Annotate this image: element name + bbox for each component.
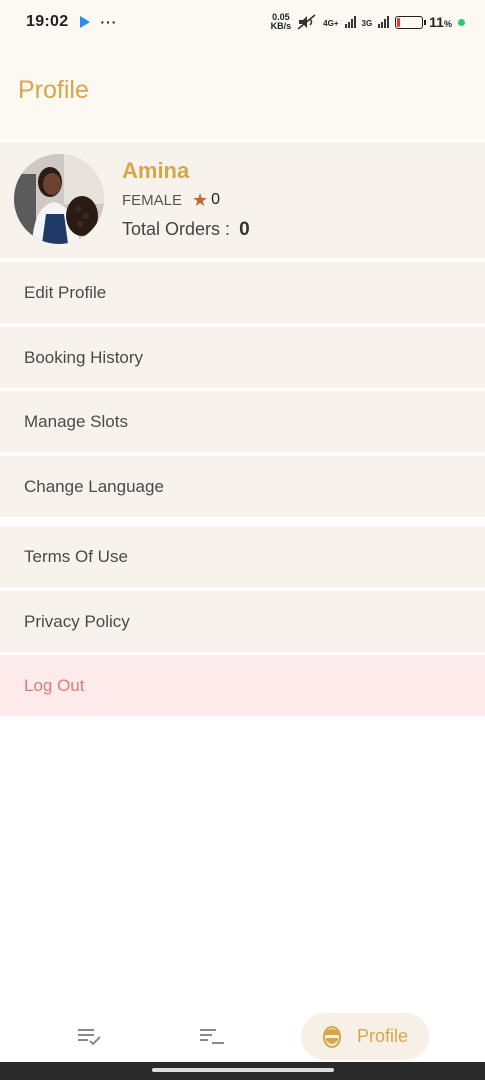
avatar-photo [14, 154, 104, 244]
menu-edit-profile[interactable]: Edit Profile [0, 262, 485, 323]
menu-item-label: Change Language [24, 476, 164, 496]
menu-item-label: Log Out [24, 675, 85, 695]
profile-rating: 0 [211, 191, 221, 208]
menu-terms-of-use[interactable]: Terms Of Use [0, 526, 485, 587]
status-bar: 19:02 ··· 0.05 KB/s 4G+ 3G 11% [0, 0, 485, 44]
signal-strength-icon [344, 16, 356, 28]
more-notifications-icon: ··· [100, 14, 118, 30]
play-store-icon [80, 16, 91, 28]
star-icon: ★ [192, 189, 209, 210]
network-type-1: 4G+ [323, 19, 339, 28]
menu-item-label: Edit Profile [24, 282, 107, 302]
menu-item-label: Booking History [24, 347, 144, 367]
network-speed: 0.05 KB/s [271, 13, 292, 31]
profile-gender: FEMALE [122, 191, 183, 209]
app-header: Profile [0, 44, 485, 138]
logout-button[interactable]: Log Out [0, 655, 485, 716]
barber-face-icon [323, 1025, 341, 1048]
profile-name: Amina [122, 158, 190, 183]
profile-card: Amina FEMALE ★ 0 Total Orders : 0 [0, 142, 485, 258]
profile-meta: FEMALE ★ 0 [122, 191, 220, 209]
total-orders: Total Orders : 0 [122, 219, 250, 241]
home-gesture-handle[interactable] [152, 1068, 334, 1072]
nav-tab-profile-label: Profile [357, 1026, 409, 1046]
battery-level: 11% [429, 14, 452, 30]
network-type-2: 3G [361, 19, 373, 28]
nav-tab-list[interactable] [200, 1028, 226, 1051]
avatar[interactable] [14, 154, 104, 244]
menu-manage-slots[interactable]: Manage Slots [0, 391, 485, 452]
mute-icon [297, 14, 316, 30]
menu-privacy-policy[interactable]: Privacy Policy [0, 591, 485, 652]
privacy-indicator-dot [458, 18, 465, 26]
total-orders-value: 0 [239, 219, 250, 240]
menu-item-label: Terms Of Use [24, 546, 128, 566]
network-speed-unit: KB/s [270, 21, 292, 31]
bottom-navigation: Profile [0, 1010, 485, 1062]
menu-item-label: Privacy Policy [24, 611, 130, 631]
task-list-icon [78, 1029, 101, 1046]
nav-tab-tasks[interactable] [78, 1028, 102, 1051]
system-gesture-bar [0, 1062, 485, 1080]
signal-strength-2-icon [378, 16, 390, 28]
status-time: 19:02 [26, 13, 69, 30]
menu-item-label: Manage Slots [24, 411, 128, 431]
menu-booking-history[interactable]: Booking History [0, 327, 485, 388]
page-title: Profile [18, 76, 89, 104]
total-orders-label: Total Orders : [122, 219, 231, 239]
nav-tab-profile[interactable]: Profile [301, 1013, 429, 1060]
status-right-cluster: 0.05 KB/s 4G+ 3G 11% [271, 13, 465, 31]
battery-icon [395, 15, 427, 29]
menu-change-language[interactable]: Change Language [0, 456, 485, 517]
list-icon [200, 1029, 224, 1044]
